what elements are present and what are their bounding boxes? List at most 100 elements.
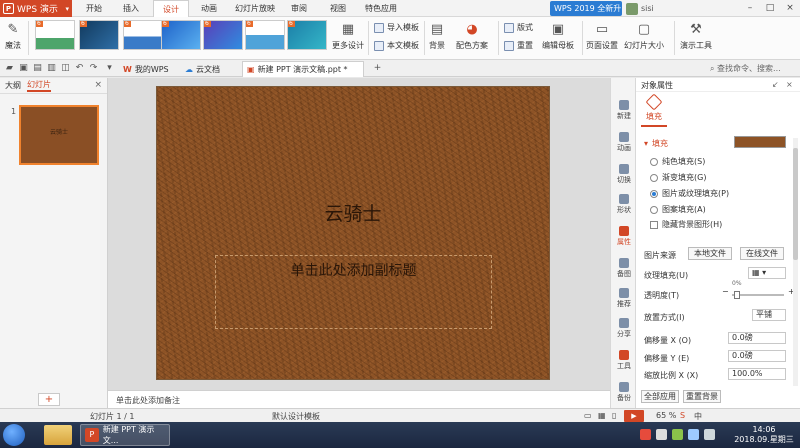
option-solid-fill[interactable]: 纯色填充(S)	[650, 156, 705, 167]
option-gradient-fill[interactable]: 渐变填充(G)	[650, 172, 706, 183]
radio[interactable]	[650, 157, 658, 166]
taskbar-ppt-window[interactable]: P 新建 PPT 演示文...	[80, 424, 170, 446]
view-sorter-icon[interactable]: ▦	[598, 411, 606, 420]
apply-all-button[interactable]: 全部应用	[641, 390, 679, 403]
app-menu-button[interactable]: P WPS 演示 ▾	[0, 0, 72, 17]
page-setup-button[interactable]: ▭ 页面设置	[586, 21, 618, 51]
strip-share[interactable]: 分享	[611, 318, 637, 339]
strip-properties[interactable]: 属性	[611, 226, 637, 247]
slide-size-button[interactable]: ▢ 幻灯片大小	[624, 21, 664, 51]
tab-view[interactable]: 视图	[325, 0, 351, 17]
tab-design[interactable]: 设计	[153, 0, 189, 17]
clock[interactable]: 14:06 2018.09.星期三	[734, 425, 794, 445]
preview-icon[interactable]: ◫	[60, 63, 71, 74]
tab-features[interactable]: 特色应用	[360, 0, 402, 17]
edit-master-button[interactable]: ▣ 编辑母板	[542, 21, 574, 51]
tray-icon[interactable]	[656, 429, 667, 440]
template-thumb-7[interactable]: 6	[287, 20, 327, 50]
option-hide-background[interactable]: 隐藏背景图形(H)	[650, 219, 722, 230]
sogou-icon[interactable]	[640, 429, 651, 440]
subtitle-placeholder[interactable]: 单击此处添加副标题	[215, 255, 492, 329]
slide-thumbnail[interactable]: 云骑士	[19, 105, 99, 165]
template-thumb-2[interactable]: 6	[79, 20, 119, 50]
volume-icon[interactable]	[704, 429, 715, 440]
offset-x-stepper[interactable]: 0.0磅	[728, 332, 786, 344]
template-thumb-5[interactable]: 6	[203, 20, 243, 50]
tab-insert[interactable]: 插入	[117, 0, 145, 17]
tab-cloud-docs[interactable]: ☁ 云文档	[180, 61, 236, 77]
ime-mode[interactable]: 中	[694, 411, 702, 422]
add-slide-button[interactable]: +	[38, 393, 60, 406]
presentation-tools-button[interactable]: ⚒ 演示工具	[680, 21, 712, 51]
local-file-button[interactable]: 本地文件	[688, 247, 732, 260]
tile-mode-dropdown[interactable]: 平铺	[752, 309, 786, 321]
maximize-icon[interactable]: □	[760, 0, 780, 17]
magic-button[interactable]: ✎ 魔法	[4, 21, 22, 51]
strip-shape[interactable]: 形状	[611, 194, 637, 215]
option-picture-fill[interactable]: 图片或纹理填充(P)	[650, 188, 729, 199]
more-design-button[interactable]: ▦ 更多设计	[332, 21, 364, 51]
color-scheme-button[interactable]: ◕ 配色方案	[456, 21, 488, 51]
view-reading-icon[interactable]: ▯	[612, 411, 616, 420]
close-icon[interactable]: ×	[94, 80, 102, 90]
save-icon[interactable]: ▣	[18, 63, 29, 74]
slider-handle[interactable]	[734, 291, 740, 299]
template-thumb-6[interactable]: 6	[245, 20, 285, 50]
tab-current-doc[interactable]: ▣ 新建 PPT 演示文稿.ppt *	[242, 61, 364, 77]
radio-selected[interactable]	[650, 189, 658, 198]
slide[interactable]: 云骑士 单击此处添加副标题	[156, 86, 550, 380]
texture-dropdown[interactable]: ▦ ▾	[748, 267, 786, 279]
tab-review[interactable]: 审阅	[286, 0, 312, 17]
layout-button[interactable]: 版式	[504, 22, 533, 33]
strip-backup[interactable]: 备份	[611, 382, 637, 403]
undo-icon[interactable]: ↶	[74, 63, 85, 74]
user-box[interactable]: sisi	[626, 1, 654, 16]
checkbox[interactable]	[650, 220, 658, 229]
command-search[interactable]: ⌕ 查找命令、搜索...	[710, 62, 798, 75]
start-button[interactable]	[3, 424, 25, 446]
close-icon[interactable]: ×	[786, 80, 793, 89]
upgrade-button[interactable]: WPS 2019 全新升级	[550, 1, 622, 28]
dock-icon[interactable]: ↙	[772, 80, 779, 89]
strip-tools[interactable]: 工具	[611, 350, 637, 371]
tab-outline[interactable]: 大纲	[5, 80, 21, 91]
fill-preview-swatch[interactable]	[734, 136, 786, 148]
transparency-slider[interactable]	[732, 291, 784, 299]
minus-icon[interactable]: −	[722, 287, 729, 296]
scrollbar-thumb[interactable]	[793, 148, 798, 260]
fill-section-header[interactable]: ▾ 填充	[644, 138, 668, 149]
file-explorer-icon[interactable]	[44, 425, 72, 445]
tray-icon[interactable]	[672, 429, 683, 440]
strip-animation[interactable]: 动画	[611, 132, 637, 153]
import-template-button[interactable]: 导入模板	[374, 22, 419, 33]
radio[interactable]	[650, 173, 658, 182]
tab-fill[interactable]: 填充	[641, 93, 667, 122]
scale-x-stepper[interactable]: 100.0%	[728, 368, 786, 380]
strip-recommend[interactable]: 推荐	[611, 288, 637, 309]
wps-ime-icon[interactable]: S	[680, 411, 685, 420]
folder-icon[interactable]: ▰	[4, 63, 15, 74]
save-as-icon[interactable]: ▤	[32, 63, 43, 74]
new-tab-button[interactable]: +	[372, 63, 383, 74]
slide-title[interactable]: 云骑士	[157, 199, 549, 226]
print-icon[interactable]: ▥	[46, 63, 57, 74]
play-button[interactable]: ▶	[624, 410, 644, 422]
notes-area[interactable]: 单击此处添加备注	[108, 390, 610, 408]
reset-background-button[interactable]: 重置背景	[683, 390, 721, 403]
minimize-icon[interactable]: –	[740, 0, 760, 17]
view-normal-icon[interactable]: ▭	[584, 411, 592, 420]
reset-button[interactable]: 重置	[504, 40, 533, 51]
tab-animation[interactable]: 动画	[195, 0, 223, 17]
pane-scrollbar[interactable]	[793, 138, 798, 386]
tab-slideshow[interactable]: 幻灯片放映	[231, 0, 279, 17]
strip-backup-image[interactable]: 备图	[611, 258, 637, 279]
template-thumb-4[interactable]: 6	[161, 20, 201, 50]
radio[interactable]	[650, 205, 658, 214]
network-icon[interactable]	[688, 429, 699, 440]
tab-slides[interactable]: 幻灯片	[27, 79, 51, 92]
close-icon[interactable]: ×	[780, 0, 800, 17]
tab-my-wps[interactable]: W 我的WPS	[118, 61, 174, 77]
chevron-down-icon[interactable]: ▾	[104, 63, 115, 74]
template-thumb-3[interactable]: 6	[123, 20, 163, 50]
strip-new[interactable]: 新建	[611, 100, 637, 121]
